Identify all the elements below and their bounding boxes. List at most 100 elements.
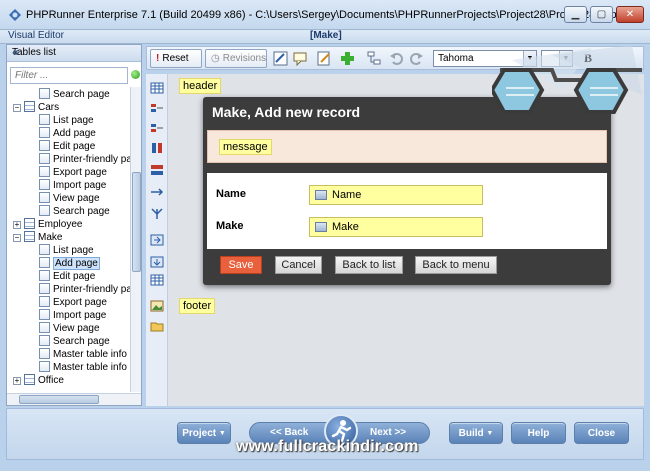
image-icon[interactable]	[150, 300, 164, 312]
reset-button[interactable]: ! Reset	[150, 49, 202, 68]
expand-icon[interactable]: +	[13, 377, 21, 385]
merge-cells-icon[interactable]	[150, 142, 164, 154]
message-block[interactable]: message	[219, 139, 272, 155]
visual-editor-label: Visual Editor	[8, 30, 64, 41]
page-icon	[39, 335, 50, 346]
page-icon	[39, 270, 50, 281]
watermark-text: www.fullcrackindir.com	[236, 438, 419, 455]
collapse-panel-button[interactable]: «	[12, 45, 135, 59]
chevron-down-icon: ▼	[486, 429, 494, 437]
arrow-right-icon[interactable]	[150, 234, 164, 246]
tree-page-item[interactable]: Master table info	[39, 361, 127, 374]
tree-item-label: List page	[53, 245, 94, 256]
text-field-icon	[315, 190, 327, 200]
tree-page-item[interactable]: Export page	[39, 296, 107, 309]
table-icon	[24, 374, 35, 385]
page-icon	[39, 153, 50, 164]
revisions-label: Revisions	[222, 53, 267, 64]
tree-page-item[interactable]: Printer-friendly pa	[39, 153, 131, 166]
tree-page-item[interactable]: Edit page	[39, 140, 95, 153]
tree-table-item[interactable]: − Make	[13, 231, 62, 244]
tables-tree: Search page − Cars List page Add page Edit pa…	[7, 87, 131, 392]
page-icon	[39, 296, 50, 307]
tree-structure-icon[interactable]	[367, 51, 382, 66]
tree-page-item[interactable]: List page	[39, 114, 94, 127]
font-name-value: Tahoma	[438, 53, 474, 64]
tree-table-item[interactable]: − Cars	[13, 101, 59, 114]
tree-page-item[interactable]: Add page	[39, 127, 96, 140]
back-to-list-button[interactable]: Back to list	[335, 256, 403, 274]
tree-item-label: Export page	[53, 297, 107, 308]
tree-page-item[interactable]: Edit page	[39, 270, 95, 283]
edit-style-icon[interactable]	[273, 51, 288, 66]
maximize-icon: ▢	[596, 9, 607, 20]
filter-input[interactable]	[10, 67, 128, 84]
tree-horizontal-scrollbar[interactable]	[7, 393, 141, 405]
tree-page-item[interactable]: List page	[39, 244, 94, 257]
tree-page-item[interactable]: View page	[39, 322, 100, 335]
scrollbar-thumb[interactable]	[132, 172, 141, 272]
collapse-icon[interactable]: −	[13, 104, 21, 112]
comment-icon[interactable]	[293, 51, 308, 66]
grid-icon[interactable]	[150, 82, 164, 94]
scrollbar-thumb[interactable]	[19, 395, 99, 404]
tree-page-item[interactable]: Printer-friendly pa	[39, 283, 131, 296]
text-field-icon	[315, 222, 327, 232]
collapse-icon[interactable]: −	[13, 234, 21, 242]
header-block[interactable]: header	[179, 78, 222, 94]
tree-page-item[interactable]: Import page	[39, 179, 106, 192]
close-button[interactable]: Close	[574, 422, 629, 444]
tree-page-item[interactable]: Add page	[39, 257, 100, 270]
maximize-button[interactable]: ▢	[590, 6, 613, 23]
tree-item-label: Printer-friendly pa	[53, 284, 131, 295]
redo-icon[interactable]	[409, 51, 424, 66]
folder-icon[interactable]	[150, 320, 164, 332]
minimize-button[interactable]: ▁	[564, 6, 587, 23]
tree-table-item[interactable]: + Office	[13, 374, 64, 387]
tree-page-item[interactable]: Search page	[39, 88, 110, 101]
tree-page-item[interactable]: Search page	[39, 335, 110, 348]
make-field[interactable]: Make	[309, 217, 483, 237]
save-button[interactable]: Save	[220, 256, 262, 274]
insert-row-icon[interactable]	[150, 102, 164, 114]
next-button[interactable]: Next >>	[370, 427, 406, 438]
delete-row-icon[interactable]	[150, 122, 164, 134]
page-icon	[39, 361, 50, 372]
undo-icon[interactable]	[389, 51, 404, 66]
page-icon	[39, 322, 50, 333]
footer-block[interactable]: footer	[179, 298, 216, 314]
revisions-button[interactable]: ◷ Revisions	[205, 49, 267, 68]
page-icon	[39, 179, 50, 190]
tree-page-item[interactable]: View page	[39, 192, 100, 205]
table-icon	[24, 101, 35, 112]
split-cells-icon[interactable]	[150, 164, 164, 176]
page-icon	[39, 192, 50, 203]
close-window-button[interactable]: ✕	[616, 6, 644, 23]
project-button[interactable]: Project ▼	[177, 422, 231, 444]
name-field[interactable]: Name	[309, 185, 483, 205]
page-icon	[39, 127, 50, 138]
cancel-button[interactable]: Cancel	[275, 256, 322, 274]
build-button[interactable]: Build ▼	[449, 422, 503, 444]
table-icon[interactable]	[150, 274, 164, 286]
tree-item-label: Edit page	[53, 141, 96, 152]
arrow-down-icon[interactable]	[150, 256, 164, 268]
current-table-label: [Make]	[310, 30, 342, 41]
expand-icon[interactable]: +	[13, 221, 21, 229]
add-field-icon[interactable]	[340, 51, 355, 66]
back-button[interactable]: << Back	[270, 427, 308, 438]
help-button[interactable]: Help	[511, 422, 566, 444]
back-to-menu-button[interactable]: Back to menu	[415, 256, 497, 274]
tree-item-label: Search page	[53, 89, 110, 100]
tree-page-item[interactable]: Import page	[39, 309, 106, 322]
insert-column-icon[interactable]	[150, 186, 164, 198]
fork-icon[interactable]	[150, 208, 164, 220]
side-tools-strip	[146, 74, 168, 406]
tree-page-item[interactable]: Master table info	[39, 348, 127, 361]
tree-item-label: Master table info	[53, 349, 127, 360]
tree-vertical-scrollbar[interactable]	[130, 87, 141, 392]
tree-page-item[interactable]: Search page	[39, 205, 110, 218]
tree-table-item[interactable]: + Employee	[13, 218, 82, 231]
tree-page-item[interactable]: Export page	[39, 166, 107, 179]
pencil-dropdown-icon[interactable]	[317, 51, 332, 66]
